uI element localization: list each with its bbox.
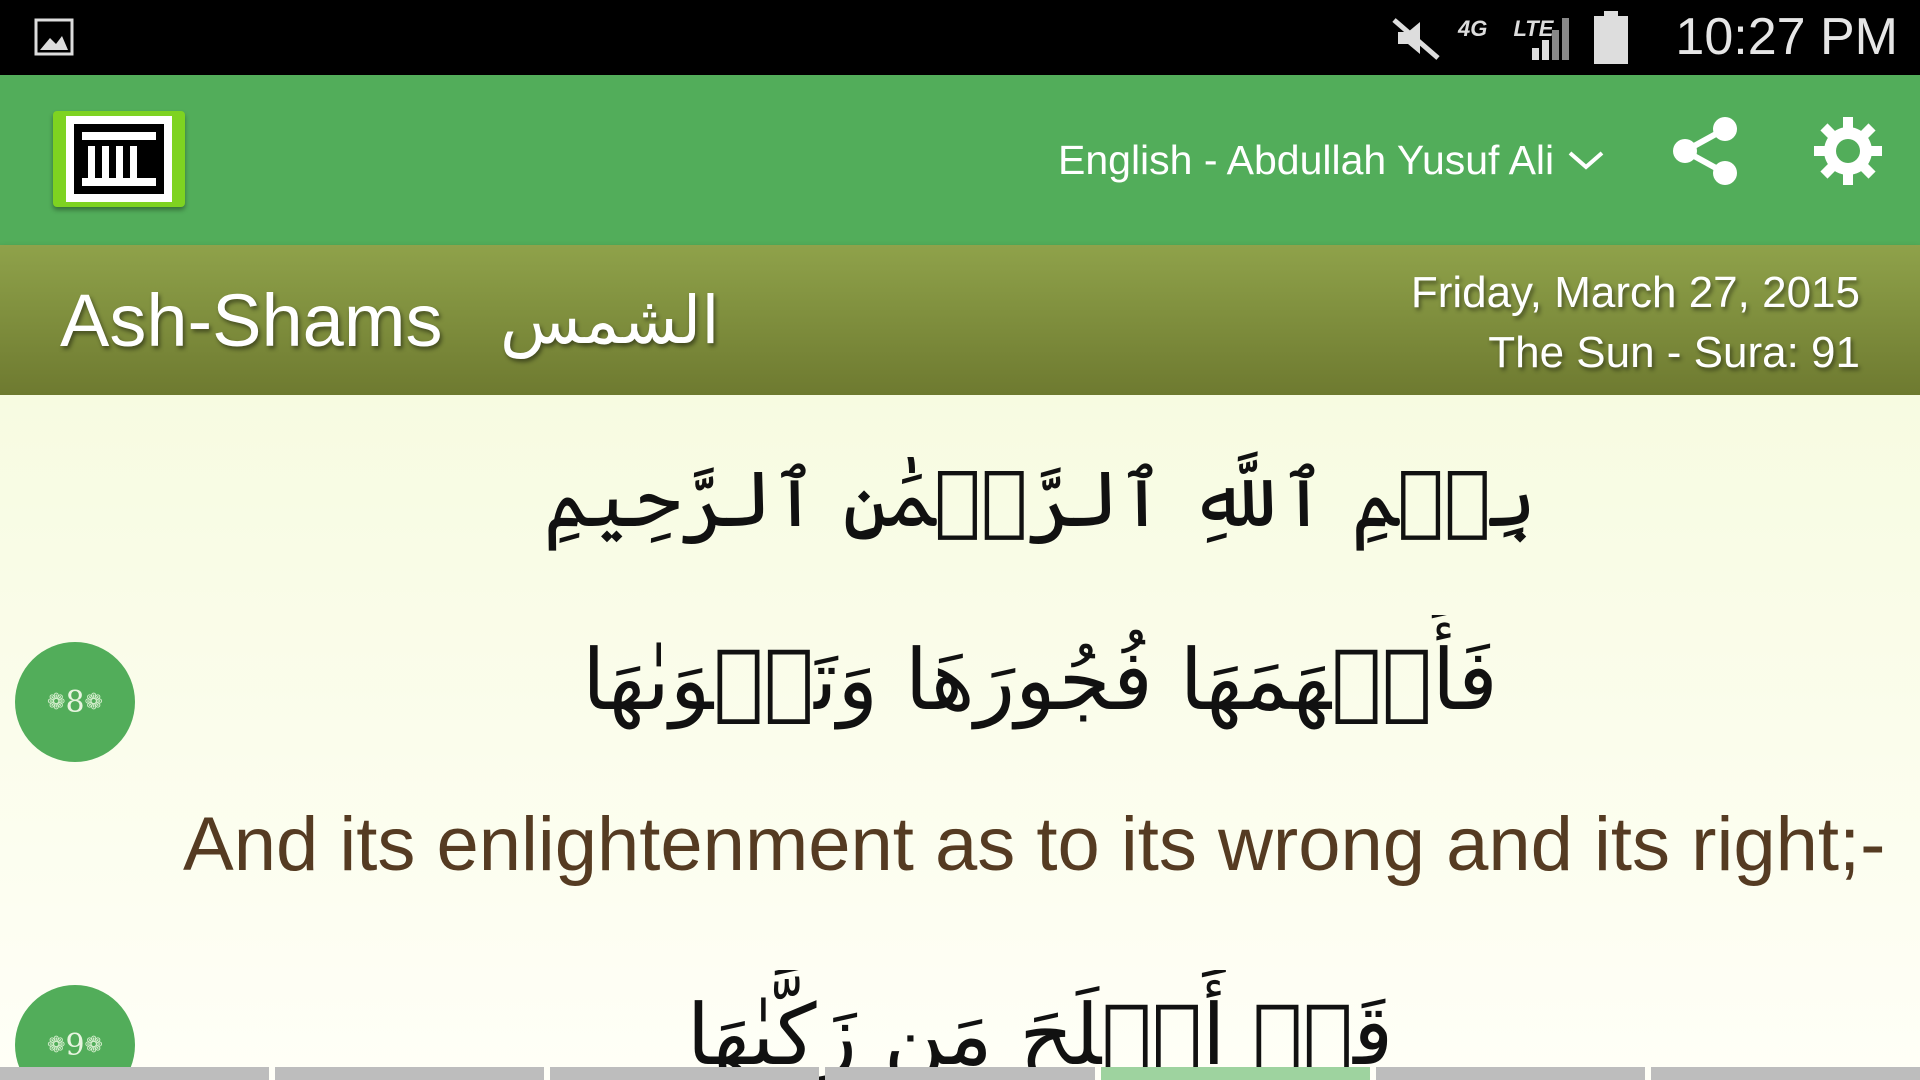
page-indicator-segment bbox=[1100, 1067, 1370, 1080]
network-label: 4G LTE bbox=[1458, 16, 1554, 41]
verse-arabic[interactable]: قَدۡ أَفۡلَحَ مَن زَكَّىٰهَا bbox=[180, 970, 1900, 1080]
network-4g-lte-icon: 4G LTE bbox=[1458, 13, 1553, 63]
screen: 4G LTE 10:27 PM English - Abdullah Yusuf… bbox=[0, 0, 1920, 1080]
sura-date: Friday, March 27, 2015 bbox=[1410, 268, 1860, 317]
page-indicator-segment bbox=[825, 1067, 1095, 1080]
battery-icon bbox=[1594, 11, 1628, 64]
chevron-down-icon bbox=[1568, 151, 1604, 170]
logo-glyph-icon bbox=[66, 116, 172, 202]
app-logo[interactable] bbox=[53, 111, 185, 207]
page-indicator-segment bbox=[550, 1067, 820, 1080]
page-indicator bbox=[0, 1067, 1920, 1080]
page-indicator-segment bbox=[1650, 1067, 1920, 1080]
status-bar: 4G LTE 10:27 PM bbox=[0, 0, 1920, 75]
gallery-notification-icon bbox=[34, 18, 74, 56]
mute-icon bbox=[1392, 18, 1440, 60]
app-bar: English - Abdullah Yusuf Ali bbox=[0, 75, 1920, 245]
page-indicator-segment bbox=[0, 1067, 270, 1080]
verse-translation[interactable]: And its enlightenment as to its wrong an… bbox=[183, 800, 1903, 890]
sura-meta: The Sun - Sura: 91 bbox=[1488, 328, 1860, 377]
status-time: 10:27 PM bbox=[1675, 8, 1898, 66]
status-icons: 4G LTE bbox=[1390, 11, 1630, 64]
verse-number: 8 bbox=[65, 684, 85, 720]
sura-name: Ash-Shams bbox=[60, 279, 443, 362]
bismillah: بِسۡمِ ٱللَّهِ ٱلرَّحۡمَٰنِ ٱلرَّحِيمِ bbox=[543, 455, 1537, 545]
verse-number: 9 bbox=[65, 1027, 85, 1063]
sura-name-arabic: الشمس bbox=[500, 282, 720, 359]
ornament-right-icon: ❁ bbox=[84, 1032, 103, 1058]
verse-number-badge[interactable]: ❁ 8 ❁ bbox=[15, 642, 135, 762]
translation-dropdown[interactable]: English - Abdullah Yusuf Ali bbox=[1058, 130, 1606, 190]
share-icon[interactable] bbox=[1665, 111, 1745, 191]
sura-header: Ash-Shams الشمس Friday, March 27, 2015 T… bbox=[0, 245, 1920, 395]
verse-arabic[interactable]: فَأَلۡهَمَهَا فُجُورَهَا وَتَقۡوَىٰهَا bbox=[180, 615, 1900, 745]
ornament-left-icon: ❁ bbox=[47, 1032, 66, 1058]
verse-list[interactable]: بِسۡمِ ٱللَّهِ ٱلرَّحۡمَٰنِ ٱلرَّحِيمِ ❁… bbox=[0, 395, 1920, 1080]
translation-label: English - Abdullah Yusuf Ali bbox=[1058, 136, 1555, 183]
page-indicator-segment bbox=[1375, 1067, 1645, 1080]
app-logo-mark bbox=[66, 116, 172, 202]
verse-number-badge[interactable]: ❁ 9 ❁ bbox=[15, 985, 135, 1080]
gear-icon[interactable] bbox=[1810, 113, 1886, 189]
ornament-left-icon: ❁ bbox=[47, 689, 66, 715]
page-indicator-segment bbox=[275, 1067, 545, 1080]
ornament-right-icon: ❁ bbox=[84, 689, 103, 715]
